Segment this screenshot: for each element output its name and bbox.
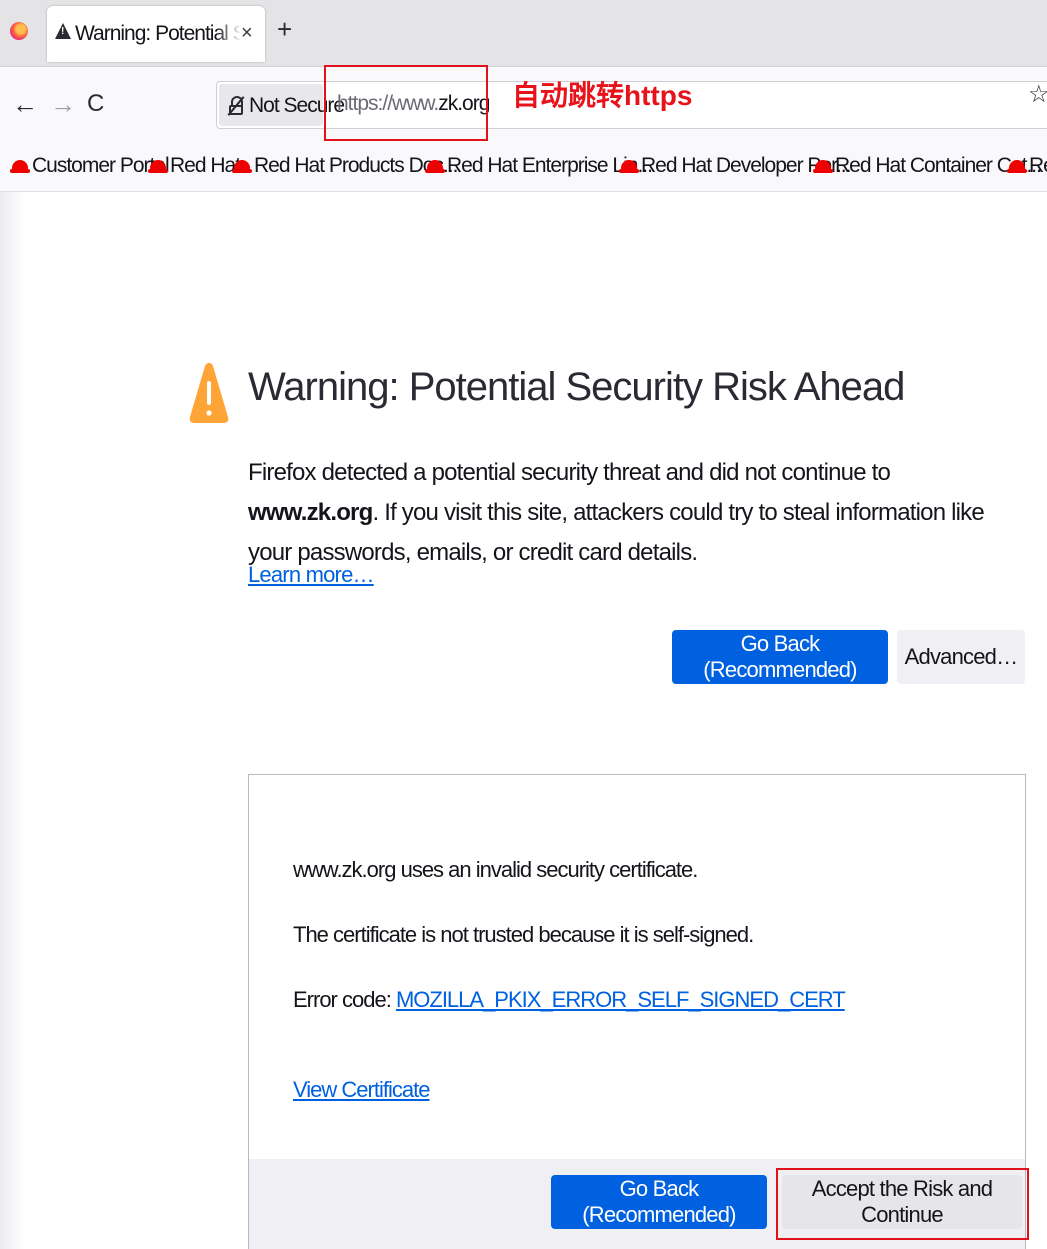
error-code-link[interactable]: MOZILLA_PKIX_ERROR_SELF_SIGNED_CERT (396, 987, 846, 1012)
redhat-icon (148, 160, 168, 173)
reload-icon[interactable]: C (87, 89, 104, 119)
tab-title: Warning: Potential Security Risk Ahead (75, 22, 241, 45)
bookmark-label: Red Hat (1029, 154, 1047, 177)
forward-icon[interactable]: → (50, 89, 76, 119)
redhat-icon (232, 160, 252, 173)
redhat-icon (619, 160, 639, 173)
bookmark-item[interactable]: Red Hat (1007, 153, 1047, 179)
intro-paragraph: Firefox detected a potential security th… (248, 453, 1018, 573)
warning-icon (55, 23, 71, 39)
go-back-button[interactable]: Go Back (Recommended) (672, 630, 888, 684)
accept-annotation-box (776, 1168, 1029, 1240)
view-certificate-link[interactable]: View Certificate (293, 1077, 430, 1102)
insecure-lock-icon (227, 96, 245, 116)
bookmark-item[interactable]: Red Hat Container Cat... (813, 153, 1042, 179)
error-code-line: Error code: MOZILLA_PKIX_ERROR_SELF_SIGN… (293, 987, 846, 1013)
invalid-cert-text: www.zk.org uses an invalid security cert… (293, 857, 698, 882)
tab-strip: Warning: Potential Security Risk Ahead ×… (0, 0, 1047, 67)
bookmark-item[interactable]: Customer Portal (10, 153, 170, 179)
intro-text-before: Firefox detected a potential security th… (248, 459, 891, 486)
bookmarks-toolbar: Customer Portal Red Hat Red Hat Products… (0, 143, 1047, 192)
bookmark-star-icon[interactable]: ☆ (1028, 83, 1047, 107)
advanced-button[interactable]: Advanced… (897, 630, 1025, 684)
close-tab-icon[interactable]: × (241, 22, 253, 45)
bookmark-label: Customer Portal (32, 154, 170, 177)
redhat-icon (813, 160, 833, 173)
redhat-icon (10, 160, 30, 173)
page-title: Warning: Potential Security Risk Ahead (248, 365, 905, 409)
bookmark-item[interactable]: Red Hat Enterprise Lin... (425, 153, 653, 179)
bookmark-label: Red Hat (170, 154, 241, 177)
annotation-label: 自动跳转https (512, 80, 693, 111)
not-trusted-text: The certificate is not trusted because i… (293, 922, 754, 947)
bookmark-item[interactable]: Red Hat (148, 153, 241, 179)
bookmark-item[interactable]: Red Hat Products Doc... (232, 153, 458, 179)
intro-host: www.zk.org (248, 499, 373, 526)
view-certificate-line: View Certificate (293, 1077, 430, 1103)
redhat-icon (1007, 160, 1027, 173)
url-annotation-box (324, 65, 488, 141)
firefox-icon[interactable] (10, 22, 28, 40)
go-back-button-secondary[interactable]: Go Back (Recommended) (551, 1175, 767, 1229)
new-tab-icon[interactable]: + (277, 16, 292, 42)
tab-active[interactable]: Warning: Potential Security Risk Ahead × (47, 6, 265, 62)
learn-more-link[interactable]: Learn more… (248, 562, 375, 588)
site-identity-button[interactable]: Not Secure (219, 84, 345, 126)
error-code-prefix: Error code: (293, 987, 396, 1012)
back-icon[interactable]: ← (12, 89, 38, 119)
redhat-icon (425, 160, 445, 173)
warning-triangle-icon (189, 363, 229, 423)
